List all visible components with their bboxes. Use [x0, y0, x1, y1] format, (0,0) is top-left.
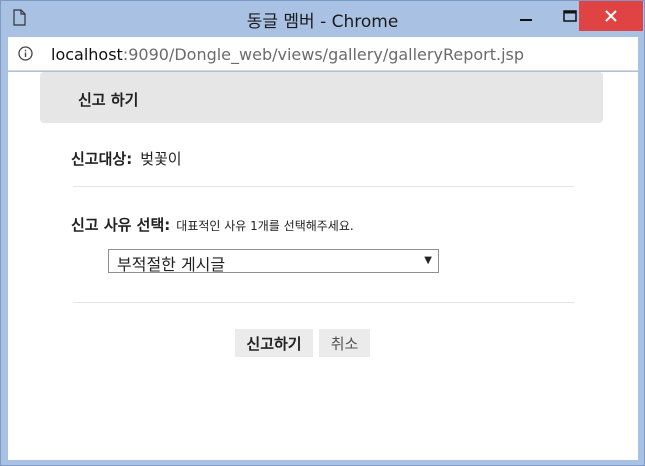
report-target-row: 신고대상: 벚꽃이 [71, 148, 182, 169]
divider [73, 302, 574, 303]
url-host: localhost [51, 45, 123, 64]
url-text[interactable]: localhost:9090/Dongle_web/views/gallery/… [51, 45, 524, 64]
reason-select[interactable]: 부적절한 게시글 ▼ [108, 249, 439, 274]
minimize-icon [520, 19, 532, 21]
address-bar[interactable]: localhost:9090/Dongle_web/views/gallery/… [8, 37, 638, 71]
page-title: 신고 하기 [78, 91, 139, 109]
reason-hint: 대표적인 사유 1개를 선택해주세요. [176, 219, 354, 233]
minimize-button[interactable] [503, 1, 549, 31]
target-value: 벚꽃이 [140, 150, 182, 168]
reason-label: 신고 사유 선택: [71, 216, 171, 234]
cancel-button[interactable]: 취소 [319, 329, 370, 357]
target-label: 신고대상: [71, 150, 133, 168]
close-icon [605, 10, 617, 22]
divider [73, 186, 574, 187]
submit-report-button[interactable]: 신고하기 [235, 329, 313, 357]
reason-select-value: 부적절한 게시글 [117, 255, 226, 274]
maximize-icon [563, 10, 577, 22]
browser-window: 동글 멤버 - Chrome localhost:9090/Dongle_web… [0, 0, 645, 466]
title-bar: 동글 멤버 - Chrome [1, 1, 644, 37]
url-path: :9090/Dongle_web/views/gallery/galleryRe… [122, 45, 525, 64]
report-header: 신고 하기 [40, 72, 603, 123]
report-reason-row: 신고 사유 선택: 대표적인 사유 1개를 선택해주세요. [71, 214, 354, 235]
page-content: 신고 하기 신고대상: 벚꽃이 신고 사유 선택: 대표적인 사유 1개를 선택해주… [8, 72, 638, 460]
info-icon[interactable] [18, 46, 33, 61]
chevron-down-icon: ▼ [424, 255, 432, 266]
close-button[interactable] [579, 1, 643, 31]
